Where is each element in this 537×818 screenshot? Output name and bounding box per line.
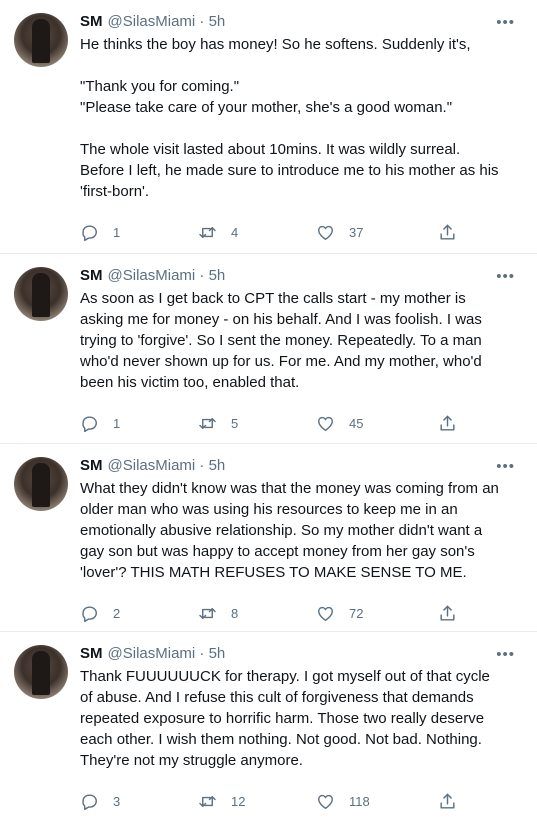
display-name[interactable]: SM bbox=[80, 12, 103, 32]
handle-and-time[interactable]: @SilasMiami · 5h bbox=[108, 12, 226, 32]
reply-icon bbox=[82, 605, 97, 622]
share-icon bbox=[440, 415, 455, 431]
avatar[interactable] bbox=[14, 13, 68, 67]
tweet-thread: ••• SM @SilasMiami · 5h He thinks the bo… bbox=[0, 0, 537, 818]
tweet[interactable]: ••• SM @SilasMiami · 5h Thank FUUUUUUCK … bbox=[0, 632, 537, 818]
reply-count: 1 bbox=[113, 224, 121, 240]
reply-count: 1 bbox=[113, 415, 121, 431]
retweet-icon bbox=[199, 795, 216, 807]
avatar[interactable] bbox=[14, 645, 68, 699]
retweet-button[interactable]: 5 bbox=[198, 414, 316, 433]
heart-icon bbox=[318, 416, 333, 431]
retweet-button[interactable]: 12 bbox=[198, 792, 316, 811]
heart-icon bbox=[318, 606, 333, 621]
tweet[interactable]: ••• SM @SilasMiami · 5h He thinks the bo… bbox=[0, 0, 537, 254]
retweet-icon bbox=[199, 607, 216, 619]
share-icon bbox=[440, 224, 455, 240]
reply-button[interactable]: 3 bbox=[80, 792, 198, 811]
like-button[interactable]: 72 bbox=[316, 604, 438, 623]
more-dots-icon[interactable]: ••• bbox=[496, 268, 515, 285]
tweet[interactable]: ••• SM @SilasMiami · 5h As soon as I get… bbox=[0, 254, 537, 444]
tweet-text: As soon as I get back to CPT the calls s… bbox=[80, 290, 482, 391]
retweet-count: 4 bbox=[231, 224, 239, 240]
tweet-actions: 2 8 72 bbox=[80, 591, 521, 635]
retweet-count: 5 bbox=[231, 415, 239, 431]
retweet-count: 12 bbox=[231, 793, 246, 809]
like-button[interactable]: 118 bbox=[316, 792, 438, 811]
display-name[interactable]: SM bbox=[80, 644, 103, 664]
more-dots-icon[interactable]: ••• bbox=[496, 14, 515, 31]
retweet-icon bbox=[199, 226, 216, 238]
like-count: 37 bbox=[349, 224, 364, 240]
tweet-header: SM @SilasMiami · 5h bbox=[80, 456, 521, 478]
display-name[interactable]: SM bbox=[80, 266, 103, 286]
retweet-button[interactable]: 8 bbox=[198, 604, 316, 623]
share-icon bbox=[440, 793, 455, 809]
handle-and-time[interactable]: @SilasMiami · 5h bbox=[108, 456, 226, 476]
reply-button[interactable]: 1 bbox=[80, 223, 198, 242]
more-dots-icon[interactable]: ••• bbox=[496, 458, 515, 475]
tweet-text: Thank FUUUUUUCK for therapy. I got mysel… bbox=[80, 668, 490, 769]
handle-and-time[interactable]: @SilasMiami · 5h bbox=[108, 644, 226, 664]
more-dots-icon[interactable]: ••• bbox=[496, 646, 515, 663]
tweet-actions: 1 5 45 bbox=[80, 401, 521, 445]
share-button[interactable] bbox=[438, 604, 457, 623]
share-button[interactable] bbox=[438, 223, 457, 242]
retweet-icon bbox=[199, 417, 216, 429]
retweet-count: 8 bbox=[231, 605, 239, 621]
reply-count: 2 bbox=[113, 605, 121, 621]
reply-icon bbox=[82, 793, 97, 810]
tweet-text: He thinks the boy has money! So he softe… bbox=[80, 36, 499, 200]
tweet-header: SM @SilasMiami · 5h bbox=[80, 266, 521, 288]
tweet-actions: 1 4 37 bbox=[80, 210, 521, 254]
like-count: 45 bbox=[349, 415, 364, 431]
share-button[interactable] bbox=[438, 792, 457, 811]
reply-count: 3 bbox=[113, 793, 121, 809]
like-button[interactable]: 45 bbox=[316, 414, 438, 433]
like-count: 72 bbox=[349, 605, 364, 621]
like-count: 118 bbox=[349, 793, 370, 809]
heart-icon bbox=[318, 225, 333, 240]
display-name[interactable]: SM bbox=[80, 456, 103, 476]
tweet[interactable]: ••• SM @SilasMiami · 5h What they didn't… bbox=[0, 444, 537, 632]
reply-icon bbox=[82, 415, 97, 432]
reply-icon bbox=[82, 224, 97, 241]
reply-button[interactable]: 2 bbox=[80, 604, 198, 623]
share-button[interactable] bbox=[438, 414, 457, 433]
like-button[interactable]: 37 bbox=[316, 223, 438, 242]
tweet-header: SM @SilasMiami · 5h bbox=[80, 12, 521, 34]
heart-icon bbox=[318, 794, 333, 809]
tweet-text: What they didn't know was that the money… bbox=[80, 480, 499, 581]
tweet-actions: 3 12 118 bbox=[80, 779, 521, 818]
share-icon bbox=[440, 605, 455, 621]
avatar[interactable] bbox=[14, 267, 68, 321]
tweet-header: SM @SilasMiami · 5h bbox=[80, 644, 521, 666]
reply-button[interactable]: 1 bbox=[80, 414, 198, 433]
retweet-button[interactable]: 4 bbox=[198, 223, 316, 242]
handle-and-time[interactable]: @SilasMiami · 5h bbox=[108, 266, 226, 286]
avatar[interactable] bbox=[14, 457, 68, 511]
